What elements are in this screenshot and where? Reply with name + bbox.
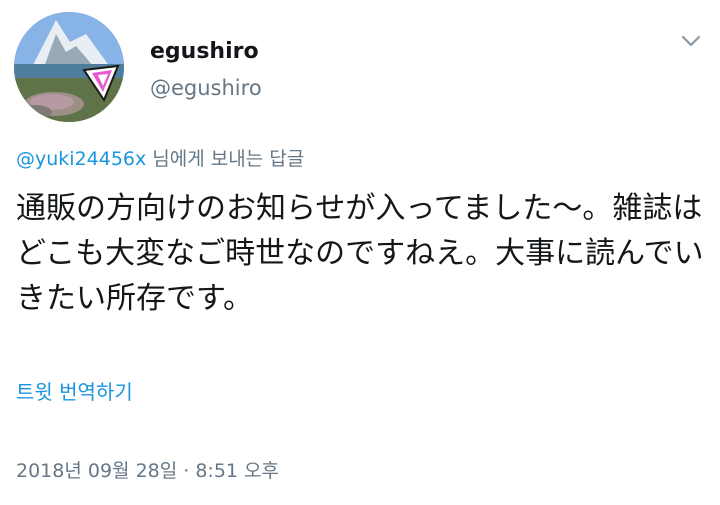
- chevron-down-icon[interactable]: [680, 30, 702, 52]
- user-names: egushiro @egushiro: [150, 38, 262, 102]
- tweet-detail: egushiro @egushiro @yuki24456x 님에게 보내는 답…: [0, 0, 720, 505]
- mountain-landscape-avatar-icon: [14, 12, 124, 122]
- translate-tweet-link[interactable]: 트윗 번역하기: [16, 378, 133, 406]
- tweet-timestamp: 2018년 09월 28일 · 8:51 오후: [16, 460, 280, 482]
- display-name[interactable]: egushiro: [150, 38, 262, 66]
- tweet-text: 通販の方向けのお知らせが入ってました〜。雑誌はどこも大変なご時世なのですねえ。大…: [16, 191, 704, 316]
- reply-context: @yuki24456x 님에게 보내는 답글: [16, 145, 304, 173]
- reply-suffix-text: 님에게 보내는 답글: [146, 148, 305, 170]
- avatar[interactable]: [14, 12, 124, 122]
- reply-mention-link[interactable]: @yuki24456x: [16, 148, 146, 170]
- user-handle[interactable]: @egushiro: [150, 74, 262, 102]
